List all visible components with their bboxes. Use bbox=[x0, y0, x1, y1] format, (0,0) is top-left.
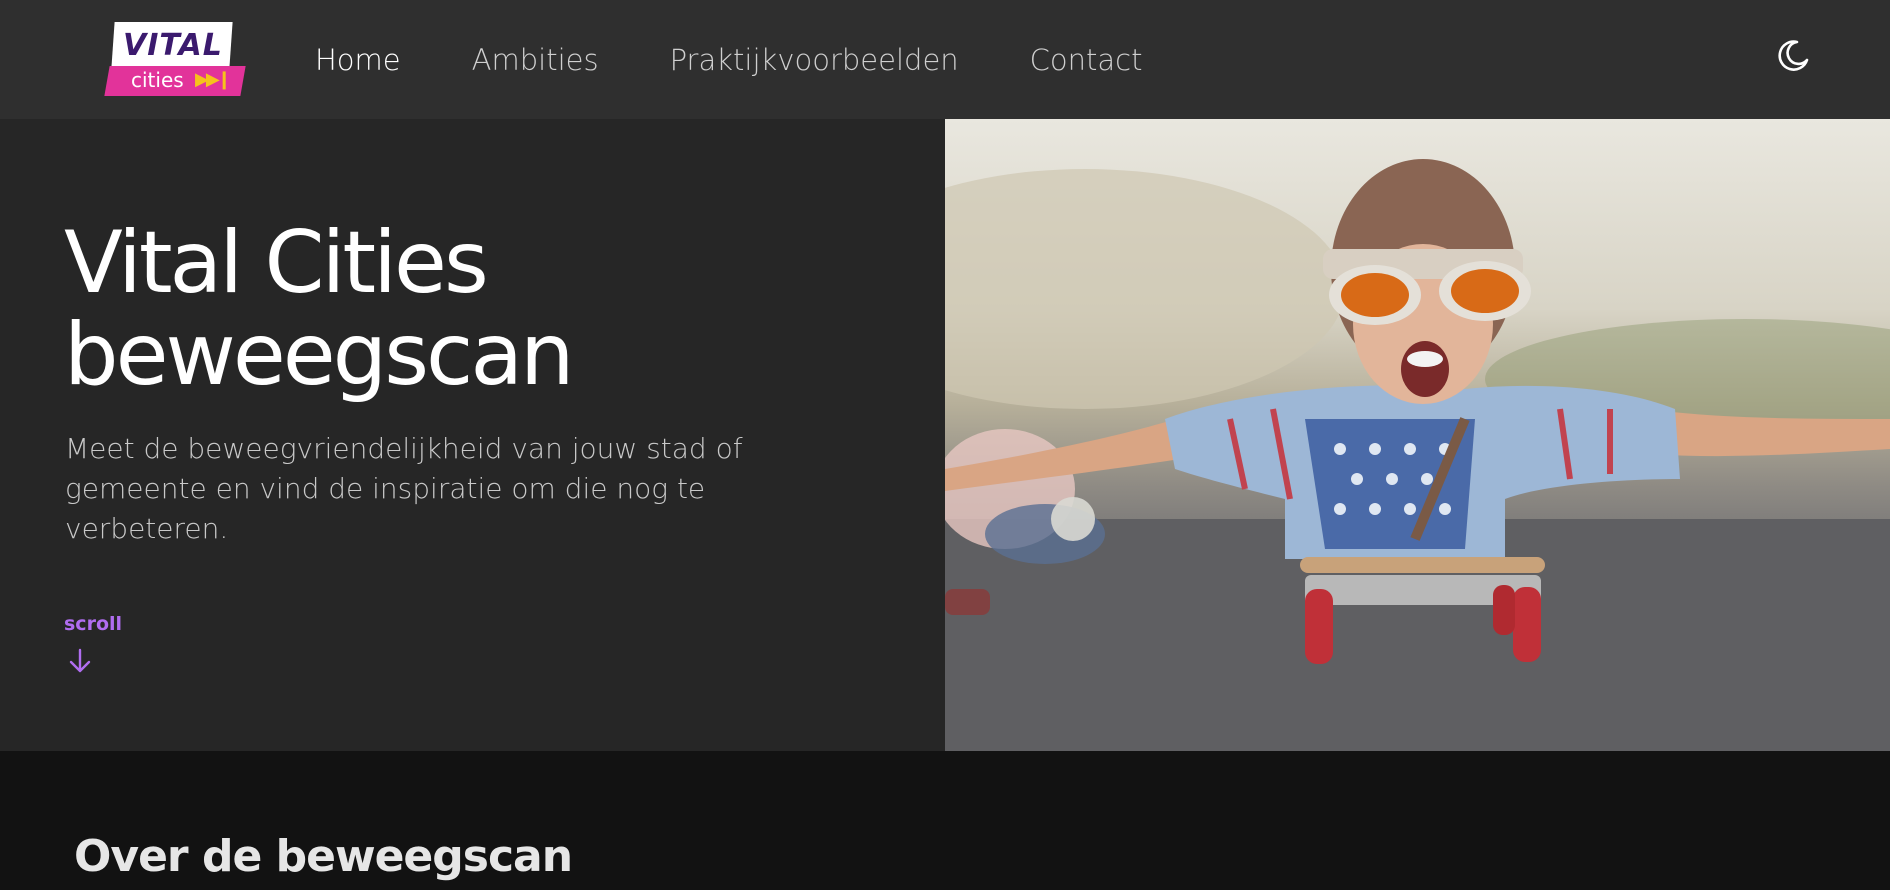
hero-image bbox=[945, 119, 1890, 751]
nav-item-home[interactable]: Home bbox=[315, 43, 401, 77]
nav-item-praktijkvoorbeelden[interactable]: Praktijkvoorbeelden bbox=[670, 43, 959, 77]
arrow-down-icon[interactable] bbox=[68, 647, 92, 675]
scroll-link[interactable]: scroll bbox=[64, 613, 122, 635]
about-section: Over de beweegscan bbox=[0, 751, 1890, 890]
moon-icon[interactable] bbox=[1775, 38, 1811, 74]
vital-cities-logo[interactable]: VITAL cities ▶▶❙ bbox=[104, 20, 246, 98]
main-nav: Home Ambities Praktijkvoorbeelden Contac… bbox=[315, 0, 1214, 119]
hero-text-panel: Vital Cities beweegscan Meet de beweegvr… bbox=[0, 119, 945, 751]
hero-title: Vital Cities beweegscan bbox=[64, 213, 575, 405]
hero-subtitle: Meet de beweegvriendelijkheid van jouw s… bbox=[65, 432, 743, 545]
fast-forward-icon: ▶▶❙ bbox=[195, 69, 232, 90]
nav-item-contact[interactable]: Contact bbox=[1030, 43, 1143, 77]
logo-top-text: VITAL bbox=[123, 28, 223, 63]
logo-bottom-text: cities bbox=[131, 68, 184, 92]
nav-item-ambities[interactable]: Ambities bbox=[472, 43, 599, 77]
section-title: Over de beweegscan bbox=[74, 831, 573, 882]
site-header: VITAL cities ▶▶❙ Home Ambities Praktijkv… bbox=[0, 0, 1890, 119]
